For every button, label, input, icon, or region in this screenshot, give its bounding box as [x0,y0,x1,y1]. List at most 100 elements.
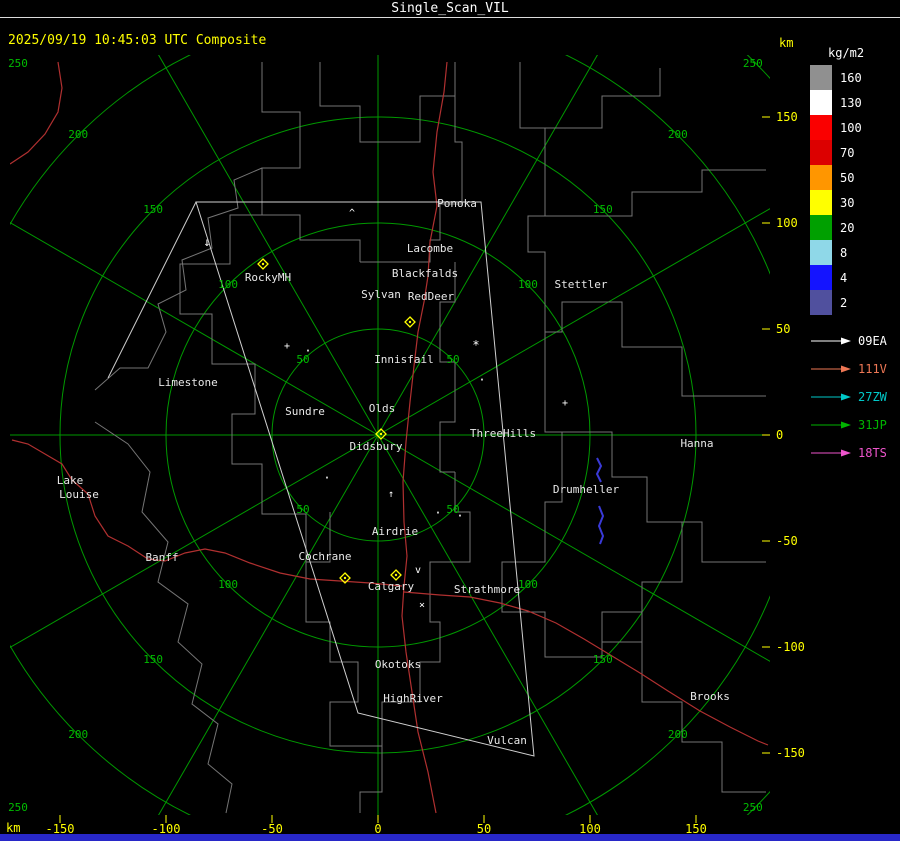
colorbar-entry: 160 [810,65,900,90]
station-arrow-icon [811,337,851,345]
point-marker: * [472,338,479,352]
precip-echo [597,505,605,545]
point-marker: ↓ [203,235,210,249]
city-label-didsbury: Didsbury [350,440,403,453]
city-label-louise: Louise [59,488,99,501]
municipal-boundary [360,96,463,263]
city-label-cochrane: Cochrane [299,550,352,563]
colorbar-swatch [810,215,832,240]
colorbar-swatch [810,265,832,290]
city-label-strathmore: Strathmore [454,583,520,596]
point-marker: × [419,600,425,611]
municipal-boundary [545,68,661,129]
radar-site-dot [261,262,265,266]
colorbar-entry: 20 [810,215,900,240]
point-marker: + [562,398,568,409]
precip-echo [595,457,603,483]
point-marker: · [456,509,463,523]
highway-line [10,61,63,165]
right-axis-label: 150 [776,110,798,124]
right-axis-label: 0 [776,428,783,442]
colorbar-entry: 4 [810,265,900,290]
range-ring-label: 100 [518,278,538,291]
range-ring-label: 200 [668,128,688,141]
station-legend-row: 09EA [810,327,900,355]
radar-site-dot [408,320,412,324]
range-ring-label: 100 [218,278,238,291]
municipal-boundary [94,421,233,814]
window-titlebar: Single_Scan_VIL [0,0,900,18]
municipal-boundary [641,642,766,793]
colorbar-swatch [810,165,832,190]
city-label-airdrie: Airdrie [372,525,418,538]
radar-app-window: Single_Scan_VIL 2025/09/19 10:45:03 UTC … [0,0,900,841]
colorbar-swatch [810,90,832,115]
municipal-boundary [647,521,766,563]
colorbar-entry: 30 [810,190,900,215]
colorbar-value: 160 [840,70,862,85]
city-label-lacombe: Lacombe [407,242,453,255]
range-ring-label: 200 [668,728,688,741]
city-label-ponoka: Ponoka [437,197,477,210]
city-label-drumheller: Drumheller [553,483,620,496]
range-ring-label: 250 [8,801,28,814]
colorbar-swatch [810,140,832,165]
scan-area-outline [195,201,535,757]
range-ring-label: 100 [218,578,238,591]
colorbar-value: 4 [840,270,848,285]
station-legend-row: 18TS [810,439,900,467]
city-label-calgary: Calgary [368,580,415,593]
window-title: Single_Scan_VIL [391,1,509,16]
municipal-boundary [519,62,546,332]
city-label-limestone: Limestone [158,376,218,389]
map-layers [10,55,770,815]
right-axis-label: 50 [776,322,790,336]
colorbar-value: 70 [840,145,855,160]
colorbar-value: 8 [840,245,848,260]
city-label-vulcan: Vulcan [487,734,527,747]
station-arrow-icon [811,421,851,429]
right-axis-label: -100 [776,640,805,654]
city-label-sundre: Sundre [285,405,325,418]
range-ring-label: 250 [743,801,763,814]
colorbar-entry: 50 [810,165,900,190]
point-marker: · [478,373,485,387]
city-label-sylvan: Sylvan [361,288,401,301]
municipal-boundary [359,746,383,813]
range-ring-250km [746,55,770,815]
legend-panel: kg/m2 160 130 100 70 50 30 20 8 4 2 09EA 111V 27ZW 3… [810,46,900,467]
colorbar-entry: 2 [810,290,900,315]
colorbar-value: 50 [840,170,855,185]
radar-map-canvas[interactable]: 505050 50100100100 100150150150 15020020020… [0,0,900,841]
city-label-threehills: ThreeHills [470,427,536,440]
colorbar-swatch [810,190,832,215]
colorbar-swatch [810,240,832,265]
station-legend: 09EA 111V 27ZW 31JP 18TS [810,327,900,467]
city-label-okotoks: Okotoks [375,658,421,671]
right-axis-label: 100 [776,216,798,230]
station-id-label: 09EA [858,334,887,348]
right-axis-label: -150 [776,746,805,760]
colorbar-entry: 130 [810,90,900,115]
range-ring-label: 100 [518,578,538,591]
range-ring-label: 50 [296,503,309,516]
bottom-axis-unit-label: km [6,821,21,835]
colorbar-swatch [810,115,832,140]
point-marker: · [323,471,330,485]
colorbar-swatch [810,65,832,90]
station-arrow-icon [811,365,851,373]
municipal-boundary [261,62,361,262]
range-ring-label: 150 [593,653,613,666]
colorbar-value: 130 [840,95,862,110]
highway-line [11,439,403,587]
range-ring-label: 250 [743,57,763,70]
point-marker: v [415,565,421,576]
city-label-reddeer: RedDeer [408,290,455,303]
municipal-boundary [545,301,766,397]
municipal-boundary [545,169,766,217]
station-id-label: 18TS [858,446,887,460]
bottom-scrollbar[interactable] [0,834,900,841]
station-arrow-icon [811,449,851,457]
city-label-rockymh: RockyMH [245,271,291,284]
city-label-innisfail: Innisfail [374,353,434,366]
